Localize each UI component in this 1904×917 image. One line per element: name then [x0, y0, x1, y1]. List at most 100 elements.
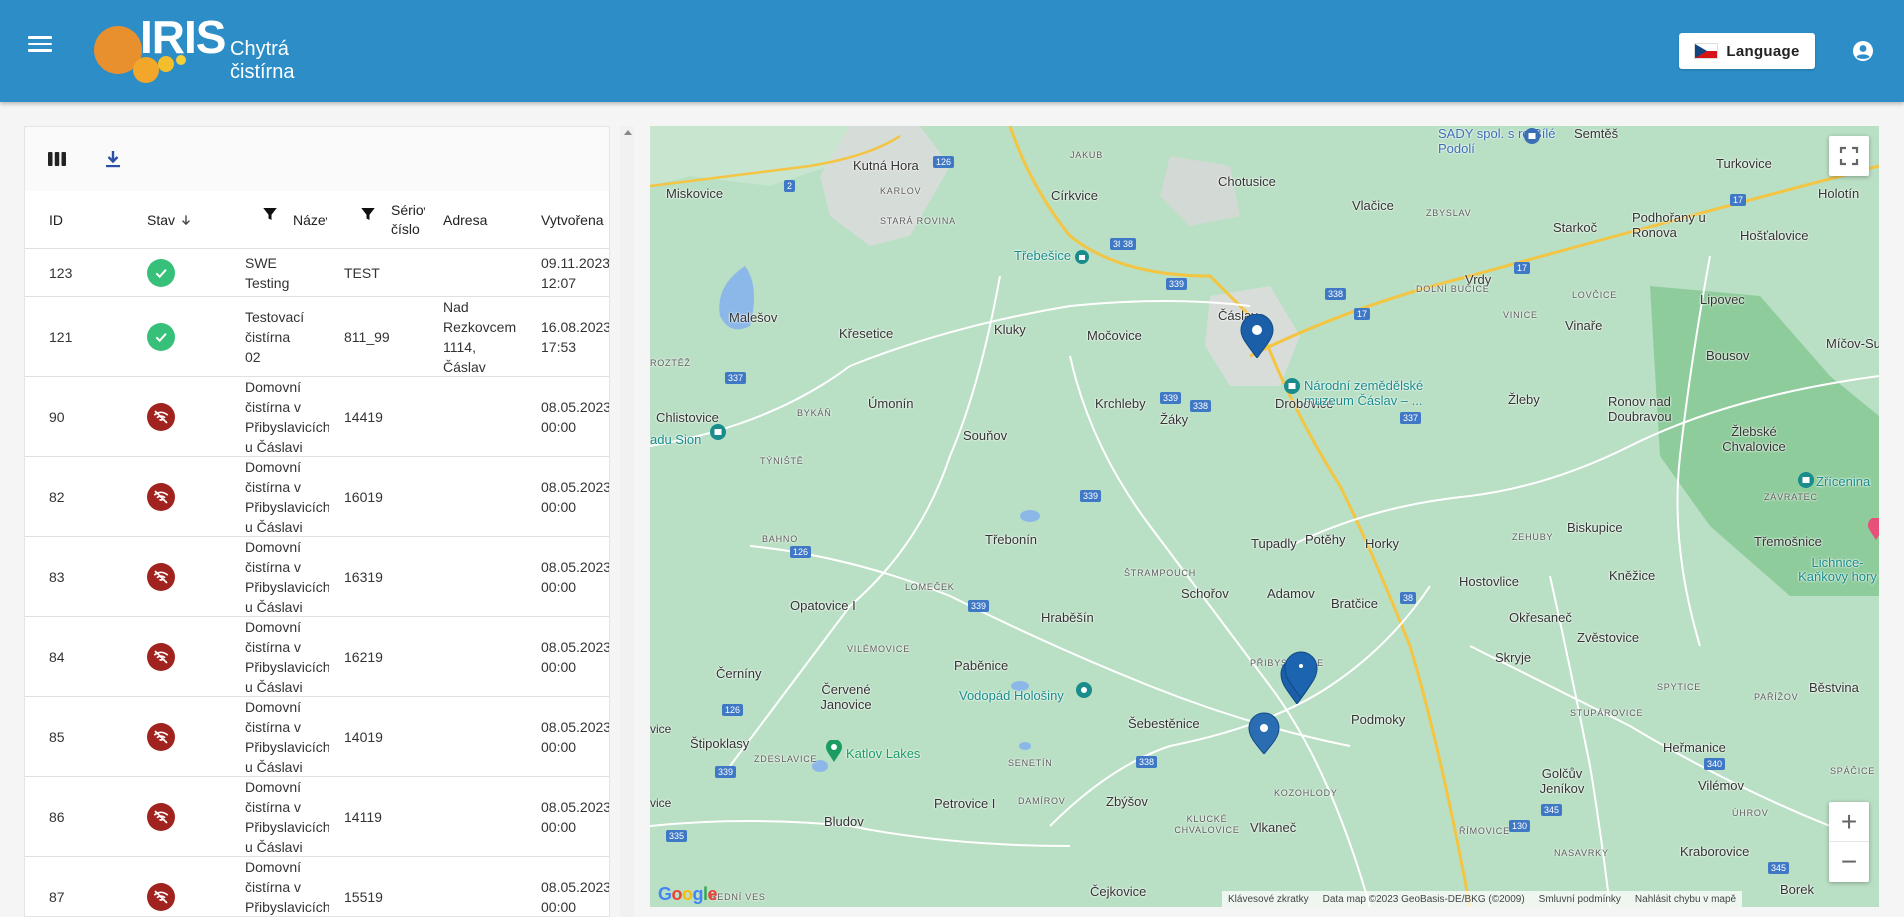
map-label: Lichnice-Kaňkovy hory	[1798, 555, 1877, 584]
road-number: 340	[1704, 758, 1726, 770]
camera-pin-icon[interactable]	[1076, 682, 1092, 698]
zoom-in-button[interactable]: +	[1829, 802, 1869, 842]
map-label: Míčov-Sušice	[1826, 336, 1879, 351]
poi-zricenina[interactable]: Zřícenina	[1816, 474, 1870, 489]
map-label: Skryje	[1495, 650, 1532, 665]
road-number: 335	[666, 830, 688, 842]
columns-icon[interactable]	[45, 147, 69, 171]
cell-name: Domovní	[245, 779, 302, 795]
map-label: Holotín	[1818, 186, 1860, 201]
table-row[interactable]: 90 Domovní čistírna v Přibyslavicích u Čásla…	[25, 377, 610, 457]
cell-id: 86	[49, 809, 65, 825]
castle-pin-icon[interactable]	[710, 424, 726, 440]
iris-logo[interactable]: IRIS Chytrá čistírna	[86, 11, 326, 88]
cell-created: 00:00	[541, 899, 577, 915]
table-row[interactable]: 86 Domovní čistírna v Přibyslavicích u Čásla…	[25, 777, 609, 857]
map-small-label: DAMÍROV	[1018, 796, 1066, 806]
map-label: Potěhy	[1305, 532, 1346, 547]
status-offline-icon	[147, 483, 175, 511]
castle-pin-icon[interactable]	[1798, 472, 1814, 488]
device-marker-icon[interactable]	[1284, 650, 1318, 698]
column-header-vytvorena[interactable]: Vytvořena	[541, 191, 609, 249]
terms-link[interactable]: Smluvní podmínky	[1539, 894, 1621, 905]
map-label: vice	[650, 722, 672, 736]
device-table-panel: ID Stav Název Sériové číslo Adresa Vytvo…	[24, 126, 610, 917]
map-label: Šebestěnice	[1128, 716, 1200, 731]
fullscreen-icon	[1839, 146, 1859, 166]
column-header-nazev[interactable]: Název	[293, 191, 327, 249]
cell-id: 90	[49, 409, 65, 425]
scroll-up-arrow-icon[interactable]	[624, 130, 632, 135]
map-view[interactable]: Kutná Hora Miskovice Církvice Chotusice …	[650, 126, 1879, 907]
poi-trebesice[interactable]: Třebešice	[1014, 248, 1089, 264]
panel-scrollbar[interactable]	[620, 126, 634, 917]
cell-name: Domovní	[245, 619, 302, 635]
menu-icon[interactable]	[26, 32, 54, 60]
table-row[interactable]: 82 Domovní čistírna v Přibyslavicích u Čásla…	[25, 457, 610, 537]
museum-pin-icon[interactable]	[1284, 378, 1300, 396]
map-label: Kutná Hora	[853, 158, 919, 173]
column-header-adresa[interactable]: Adresa	[443, 191, 487, 249]
keyboard-shortcuts-link[interactable]: Klávesové zkratky	[1228, 894, 1309, 905]
cell-address: Rezkovcem	[443, 319, 517, 335]
poi-sion[interactable]: adu Sion	[650, 432, 701, 447]
map-label: Opatovice I	[790, 598, 856, 613]
table-row[interactable]: 123 SWE Testing TEST 09.11.2023 12:07	[25, 249, 609, 297]
map-label: Vinaře	[1565, 318, 1603, 333]
report-error-link[interactable]: Nahlásit chybu v mapě	[1635, 894, 1736, 905]
cell-name: Domovní	[245, 539, 302, 555]
map-label: Kraborovice	[1680, 844, 1750, 859]
road-number: 38	[1120, 238, 1137, 250]
map-label: vice	[650, 796, 672, 810]
account-circle-icon[interactable]	[1851, 39, 1875, 63]
language-button[interactable]: Language	[1679, 33, 1815, 69]
device-marker-icon[interactable]	[1248, 712, 1280, 754]
filter-icon[interactable]	[261, 205, 279, 223]
filter-icon[interactable]	[359, 205, 377, 223]
castle-pin-icon	[1074, 249, 1089, 264]
column-header-stav[interactable]: Stav	[147, 191, 193, 249]
map-label: Heřmanice	[1663, 740, 1726, 755]
google-logo[interactable]: Google	[658, 884, 718, 905]
cell-created: 08.05.2023	[541, 399, 610, 415]
map-small-label: ŠTRAMPOUCH	[1124, 568, 1197, 578]
map-label: Černíny	[716, 666, 762, 681]
poi-katlov[interactable]: Katlov Lakes	[846, 746, 920, 761]
map-label: Hostovlice	[1459, 574, 1519, 589]
cell-serial: 14019	[344, 729, 383, 745]
device-marker-icon[interactable]	[1240, 314, 1274, 358]
table-row[interactable]: 84 Domovní čistírna v Přibyslavicích u Čásla…	[25, 617, 609, 697]
table-row[interactable]: 83 Domovní čistírna v Přibyslavicích u Čásla…	[25, 537, 609, 617]
road-number: 126	[790, 546, 812, 558]
map-label: Turkovice	[1716, 156, 1772, 171]
table-row[interactable]: 87Domovníčistírna vPřibyslavicíchu Čásla…	[25, 857, 609, 916]
shopping-pin-icon[interactable]	[1524, 128, 1540, 144]
map-small-label: LOVČICE	[1572, 290, 1618, 300]
cell-created: 00:00	[541, 579, 577, 595]
status-offline-icon	[147, 563, 175, 591]
download-icon[interactable]	[101, 147, 125, 171]
cell-created: 08.05.2023	[541, 479, 610, 495]
pink-pin-icon[interactable]	[1868, 518, 1879, 540]
map-label: Žlebské Chvalovice	[1722, 424, 1786, 454]
poi-vodopad[interactable]: Vodopád Hološiny	[959, 688, 1064, 703]
poi-sady[interactable]: SADY spol. s ro Bílé Podolí	[1438, 126, 1568, 156]
map-label: Vlkaneč	[1250, 820, 1297, 835]
table-row[interactable]: 121 Testovací čistírna 02 811_99 Nad Rezkovcem…	[25, 297, 609, 377]
road-number: 338	[1136, 756, 1158, 768]
map-label: Červené Janovice	[820, 682, 872, 712]
column-header-id[interactable]: ID	[49, 191, 63, 249]
fullscreen-button[interactable]	[1829, 136, 1869, 176]
map-small-label: KARLOV	[880, 186, 922, 196]
cell-serial: 811_99	[344, 329, 390, 345]
column-header-seriove-cislo[interactable]: Sériové číslo	[391, 191, 425, 249]
cell-created: 00:00	[541, 499, 577, 515]
park-pin-icon[interactable]	[826, 740, 842, 762]
map-small-label: ROZTĚŽ	[650, 358, 691, 368]
road-number: 130	[1509, 820, 1531, 832]
poi-muzeum-label[interactable]: Národní zemědělské muzeum Čáslav – ...	[1304, 378, 1454, 408]
map-label: Bousov	[1706, 348, 1750, 363]
sort-arrow-down-icon[interactable]	[179, 213, 193, 227]
table-row[interactable]: 85 Domovní čistírna v Přibyslavicích u Čásla…	[25, 697, 609, 777]
zoom-out-button[interactable]: −	[1829, 842, 1869, 882]
